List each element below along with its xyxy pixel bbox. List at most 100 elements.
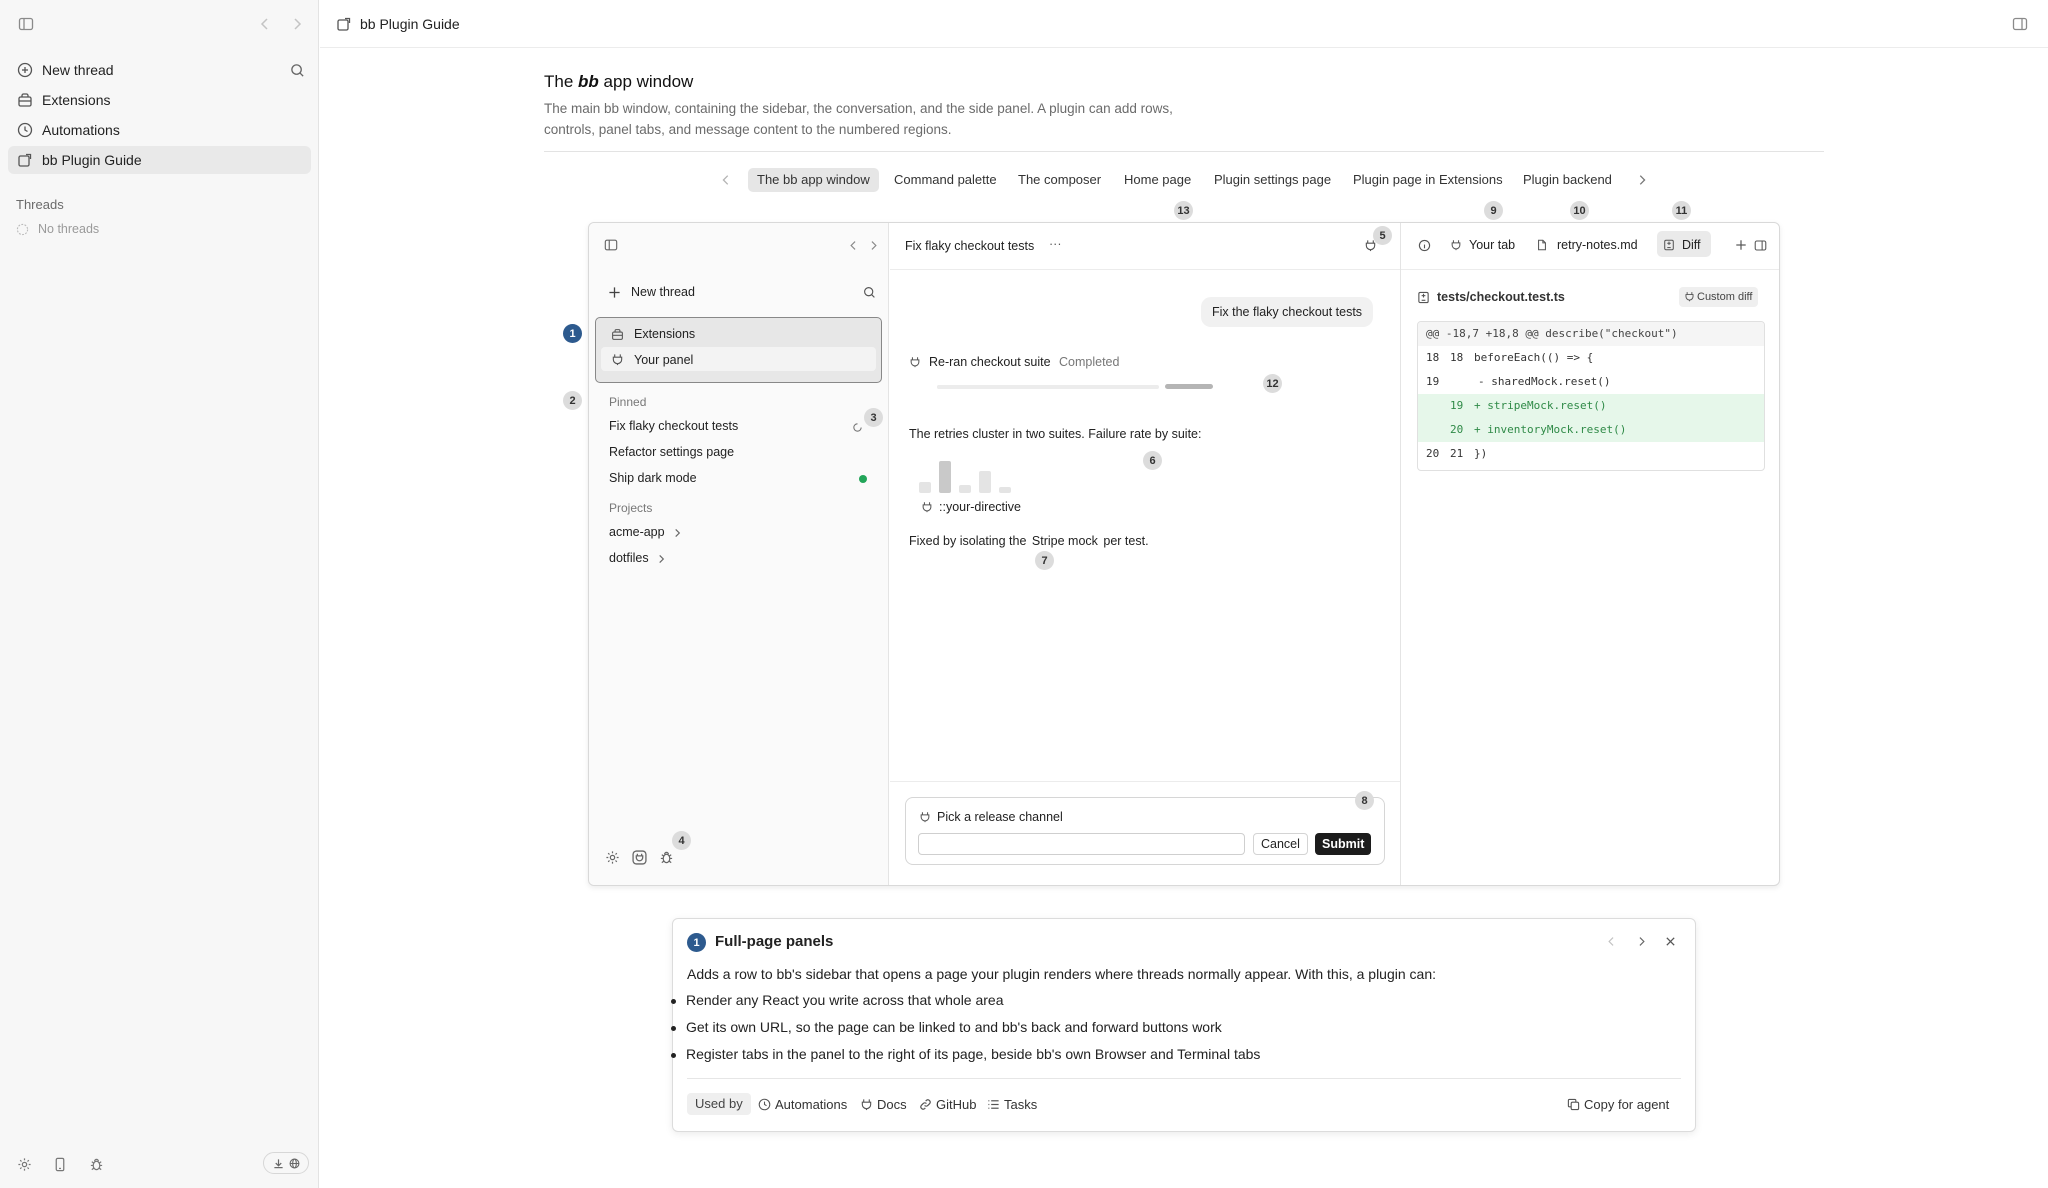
- mock-project-acme-app[interactable]: acme-app: [609, 525, 665, 539]
- tabs-scroll-left-icon[interactable]: [716, 170, 736, 190]
- update-download-button[interactable]: [263, 1152, 309, 1174]
- sidebar-item-bb-plugin-guide[interactable]: bb Plugin Guide: [8, 146, 311, 174]
- copy-for-agent-label: Copy for agent: [1584, 1096, 1670, 1112]
- mock-diff-file-icon: [1418, 291, 1429, 304]
- mock-back-icon[interactable]: [848, 240, 859, 251]
- sidebar-item-extensions[interactable]: Extensions: [8, 86, 311, 114]
- mock-settings-gear-icon[interactable]: [605, 850, 620, 865]
- mock-diff-icon: [1664, 239, 1674, 251]
- settings-gear-icon[interactable]: [14, 1154, 34, 1174]
- mock-chart-bar: [959, 485, 971, 493]
- copy-for-agent-button[interactable]: Copy for agent: [1567, 1094, 1669, 1114]
- back-icon[interactable]: [255, 14, 275, 34]
- sidebar-item-label: bb Plugin Guide: [42, 152, 142, 168]
- mock-tool-plugin-icon: [910, 357, 920, 368]
- card-link-github[interactable]: GitHub: [919, 1094, 976, 1114]
- mock-app-window: New thread Extensions Your panel Pinned …: [563, 201, 1780, 886]
- tab-plugin-settings-page[interactable]: Plugin settings page: [1205, 168, 1340, 192]
- card-bullet-2: Get its own URL, so the page can be link…: [671, 1019, 1222, 1035]
- mock-diff-view: @@ -18,7 +18,8 @@ describe("checkout") 1…: [1417, 321, 1765, 471]
- region-badge-4: 4: [672, 831, 691, 850]
- region-badge-13: 13: [1174, 201, 1193, 220]
- mock-badge-plugin-icon: [1685, 292, 1694, 302]
- tab-composer[interactable]: The composer: [1009, 168, 1110, 192]
- region-badge-11: 11: [1672, 201, 1691, 220]
- mock-info-icon[interactable]: [1418, 239, 1431, 252]
- bug-icon[interactable]: [86, 1154, 106, 1174]
- mock-new-thread-button[interactable]: New thread: [631, 285, 695, 299]
- mock-forward-icon[interactable]: [868, 240, 879, 251]
- mock-diff-line-text: beforeEach(() => {: [1474, 351, 1594, 364]
- mock-toggle-sidebar-icon[interactable]: [604, 238, 618, 252]
- mock-sidebar-your-panel[interactable]: Your panel: [634, 353, 693, 367]
- mock-add-tab-icon[interactable]: [1735, 239, 1747, 251]
- toggle-sidebar-icon[interactable]: [16, 14, 36, 34]
- mock-tool-title: Re-ran checkout suite: [929, 355, 1051, 369]
- search-icon[interactable]: [287, 60, 307, 80]
- card-region-badge: 1: [687, 933, 706, 952]
- mock-prompt-label: Pick a release channel: [937, 810, 1063, 824]
- clock-icon: [758, 1098, 771, 1110]
- copy-icon: [1567, 1098, 1580, 1110]
- tab-bb-app-window[interactable]: The bb app window: [748, 168, 879, 192]
- mock-diff-line: 19 - sharedMock.reset(): [1418, 370, 1764, 394]
- mock-chevron-right-icon: [659, 554, 665, 564]
- tabs-scroll-right-icon[interactable]: [1632, 170, 1652, 190]
- card-title: Full-page panels: [715, 933, 834, 950]
- mock-search-icon[interactable]: [863, 286, 876, 299]
- mock-progress-fill: [937, 385, 1097, 389]
- mock-sidebar-extensions[interactable]: Extensions: [634, 327, 695, 341]
- no-threads-placeholder: No threads: [16, 222, 99, 236]
- mock-panel-tab-diff[interactable]: Diff: [1682, 238, 1701, 252]
- mock-panel-tab-your-tab[interactable]: Your tab: [1469, 238, 1515, 252]
- mock-panel-tab-retry-notes[interactable]: retry-notes.md: [1557, 238, 1638, 252]
- mock-progress-indicator: [1165, 384, 1213, 389]
- mock-plugin-icon[interactable]: [632, 850, 647, 865]
- tab-plugin-page-in-extensions[interactable]: Plugin page in Extensions: [1344, 168, 1512, 192]
- card-link-automations[interactable]: Automations: [758, 1094, 847, 1114]
- page-heading: The bb app window: [544, 72, 693, 92]
- region-badge-7: 7: [1035, 551, 1054, 570]
- page-description: The main bb window, containing the sideb…: [544, 101, 1173, 137]
- empty-circle-icon: [16, 223, 29, 235]
- mock-pinned-thread-3[interactable]: Ship dark mode: [609, 471, 697, 485]
- card-link-docs[interactable]: Docs: [860, 1094, 907, 1114]
- mock-pinned-thread-1[interactable]: Fix flaky checkout tests: [609, 419, 738, 433]
- mock-diff-new-line-number: 18: [1450, 351, 1464, 364]
- card-close-icon[interactable]: [1665, 936, 1676, 947]
- mock-conversation-header-border: [890, 269, 1400, 270]
- toggle-side-panel-icon[interactable]: [2010, 14, 2030, 34]
- mock-extensions-icon: [612, 329, 623, 340]
- region-badge-12: 12: [1263, 374, 1282, 393]
- mock-composer-plugin-icon: [920, 812, 930, 823]
- mock-more-menu-icon[interactable]: ···: [1049, 237, 1062, 251]
- mock-bug-icon[interactable]: [659, 850, 674, 865]
- card-link-tasks[interactable]: Tasks: [987, 1094, 1037, 1114]
- tab-home-page[interactable]: Home page: [1115, 168, 1200, 192]
- mock-cancel-button[interactable]: Cancel: [1253, 833, 1308, 855]
- tab-plugin-backend[interactable]: Plugin backend: [1514, 168, 1621, 192]
- extensions-icon: [18, 93, 32, 107]
- sidebar-item-automations[interactable]: Automations: [8, 116, 311, 144]
- mock-tab-plugin-icon: [1451, 240, 1461, 251]
- mock-panel-layout-icon[interactable]: [1754, 239, 1767, 252]
- mock-fix-summary-before: Fixed by isolating the: [909, 534, 1030, 548]
- main-topbar: bb Plugin Guide: [320, 0, 2048, 48]
- mock-pinned-thread-2[interactable]: Refactor settings page: [609, 445, 734, 459]
- mock-project-dotfiles[interactable]: dotfiles: [609, 551, 649, 565]
- card-next-icon[interactable]: [1636, 936, 1647, 947]
- mock-panel-header-border: [1401, 269, 1779, 270]
- mobile-device-icon[interactable]: [50, 1154, 70, 1174]
- card-prev-icon[interactable]: [1606, 936, 1617, 947]
- mock-custom-diff-badge[interactable]: Custom diff: [1679, 287, 1759, 307]
- mock-submit-button[interactable]: Submit: [1315, 833, 1372, 855]
- list-icon: [988, 1099, 999, 1109]
- mock-plugin-icon: [612, 354, 623, 366]
- tab-command-palette[interactable]: Command palette: [885, 168, 1006, 192]
- sidebar-item-new-thread[interactable]: New thread: [8, 56, 311, 84]
- sidebar-item-label: Extensions: [42, 92, 111, 108]
- region-badge-9: 9: [1484, 201, 1503, 220]
- mock-diff-line: 20 21}): [1418, 442, 1764, 466]
- forward-icon[interactable]: [287, 14, 307, 34]
- mock-prompt-input[interactable]: [918, 833, 1245, 855]
